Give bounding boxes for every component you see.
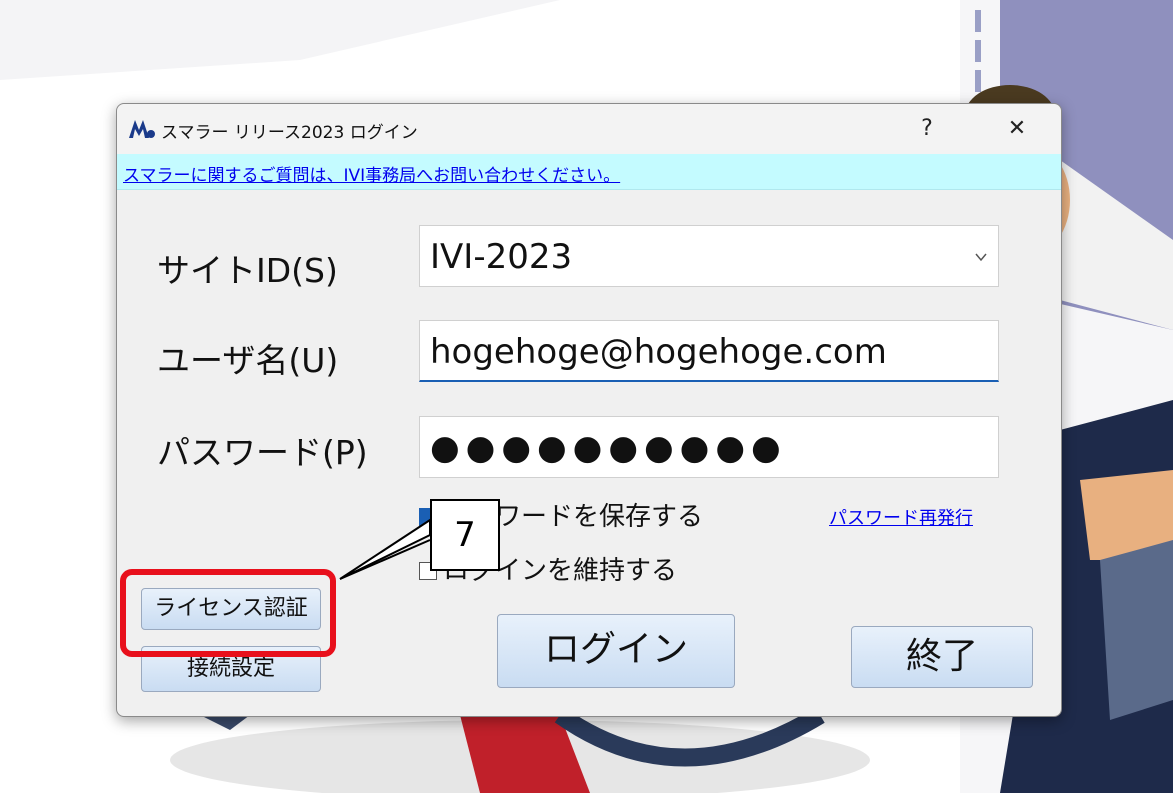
notice-link[interactable]: スマラーに関するご質問は、IVI事務局へお問い合わせください。 xyxy=(123,161,620,186)
license-button-highlight xyxy=(120,569,336,657)
username-label: ユーザ名(U) xyxy=(157,341,339,380)
password-reissue-link[interactable]: パスワード再発行 xyxy=(829,504,973,530)
app-logo-icon xyxy=(129,120,155,138)
site-id-label: サイトID(S) xyxy=(157,251,338,290)
username-value: hogehoge@hogehoge.com xyxy=(430,332,887,372)
annotation-number-callout: 7 xyxy=(430,499,500,571)
help-button[interactable]: ? xyxy=(905,112,949,146)
exit-button[interactable]: 終了 xyxy=(851,626,1033,688)
title-bar: スマラー リリース2023 ログイン ? ✕ xyxy=(117,104,1061,154)
login-button[interactable]: ログイン xyxy=(497,614,735,688)
close-button[interactable]: ✕ xyxy=(995,112,1039,146)
chevron-down-icon xyxy=(975,253,987,262)
notice-bar: スマラーに関するご質問は、IVI事務局へお問い合わせください。 xyxy=(117,154,1061,190)
site-id-select[interactable]: IVI-2023 xyxy=(419,225,999,287)
password-label: パスワード(P) xyxy=(157,433,368,472)
password-value: ●●●●●●●●●● xyxy=(430,428,787,468)
site-id-value: IVI-2023 xyxy=(430,237,573,277)
username-field[interactable]: hogehoge@hogehoge.com xyxy=(419,320,999,382)
password-field[interactable]: ●●●●●●●●●● xyxy=(419,416,999,478)
dialog-title: スマラー リリース2023 ログイン xyxy=(161,123,418,143)
